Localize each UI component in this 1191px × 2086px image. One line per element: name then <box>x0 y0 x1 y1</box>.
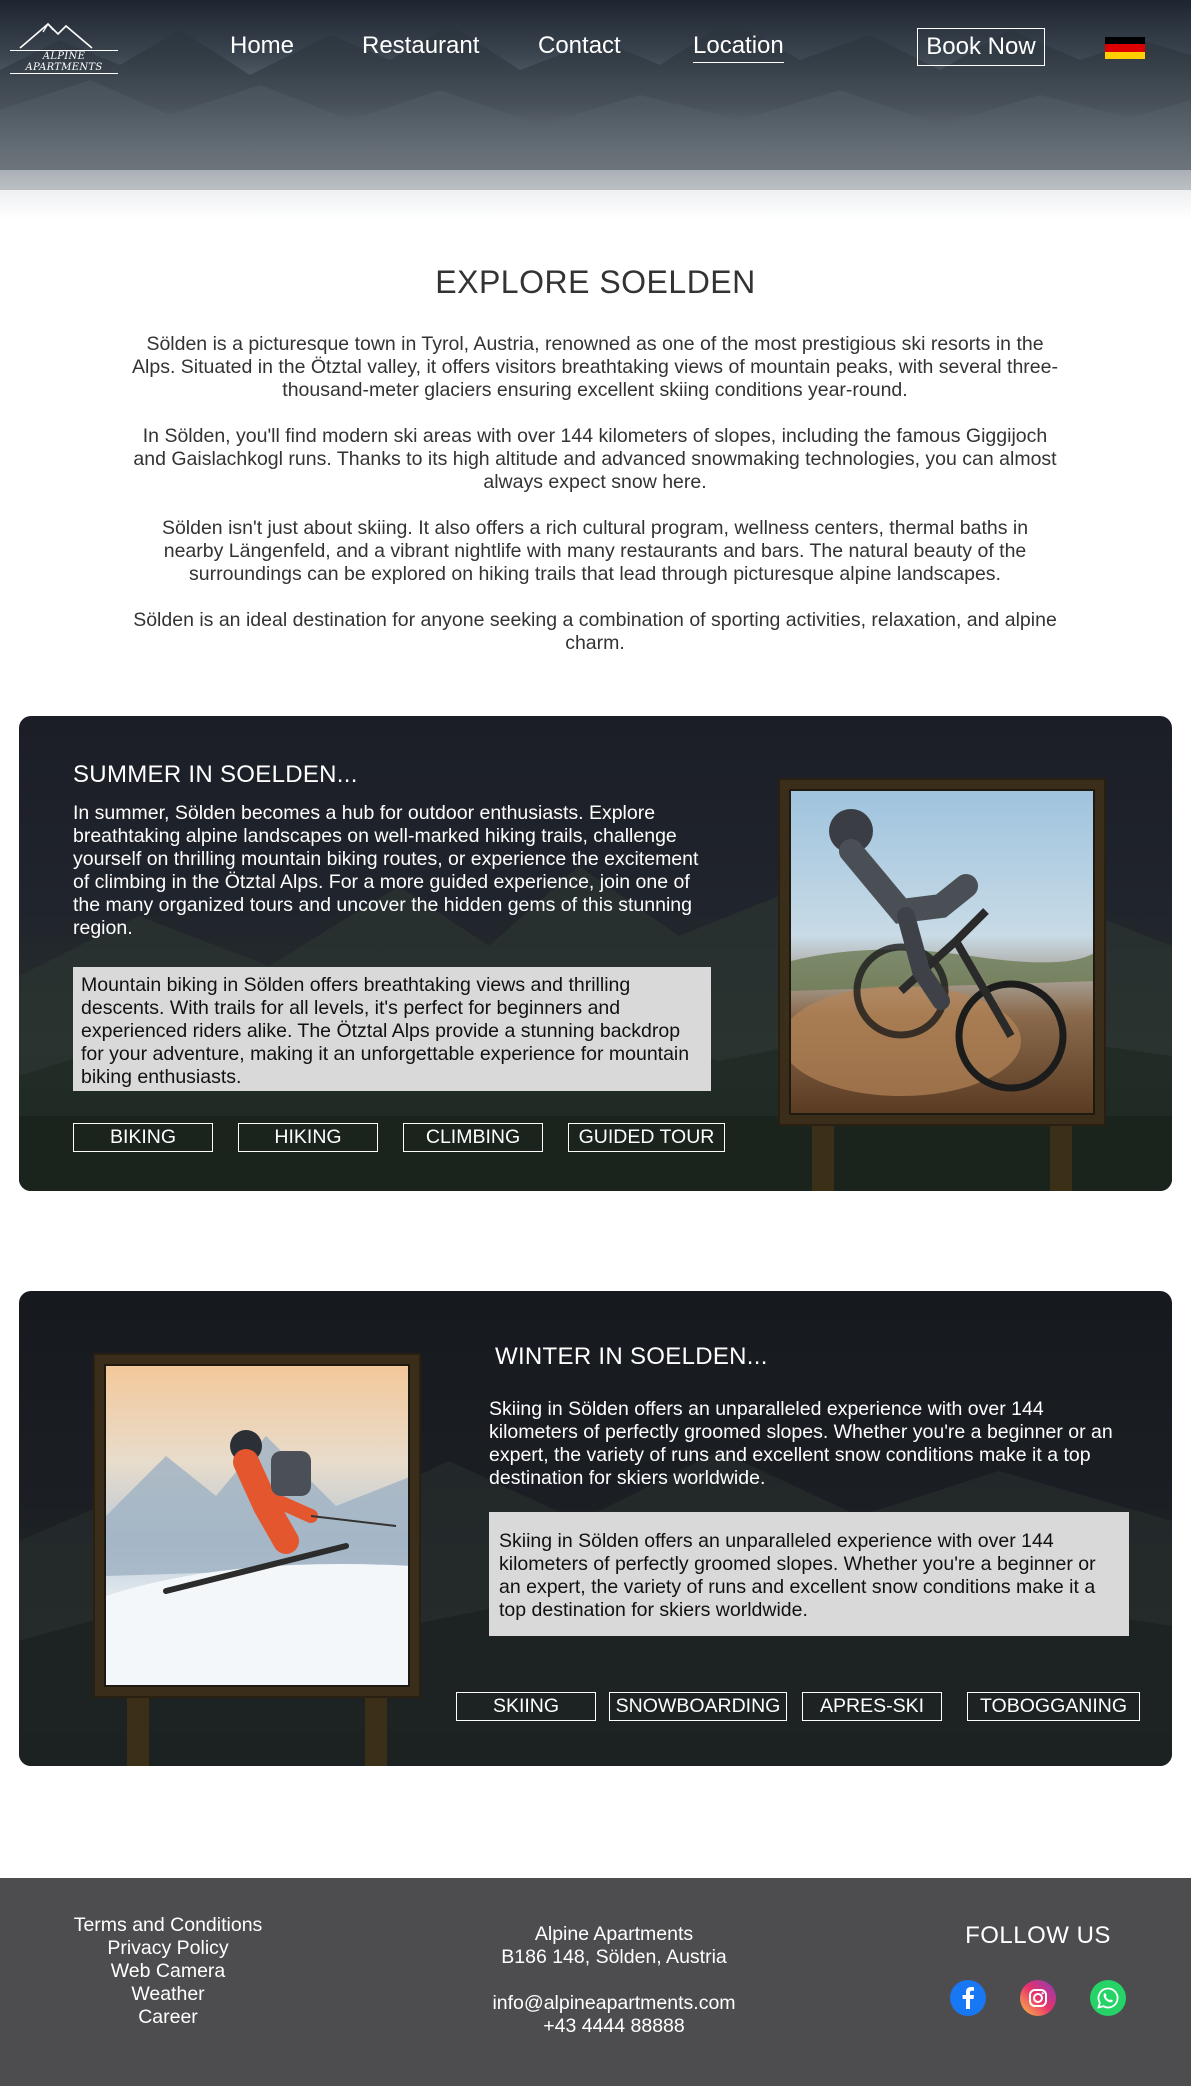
nav-home[interactable]: Home <box>230 32 294 60</box>
nav-contact[interactable]: Contact <box>538 32 621 60</box>
tag-tobogganing[interactable]: TOBOGGANING <box>967 1692 1140 1721</box>
tag-snowboarding[interactable]: SNOWBOARDING <box>609 1692 787 1721</box>
tag-guided-tour[interactable]: GUIDED TOUR <box>568 1123 725 1152</box>
web-camera-link[interactable]: Web Camera <box>48 1960 288 1983</box>
weather-link[interactable]: Weather <box>48 1983 288 2006</box>
intro-paragraph: Sölden isn't just about skiing. It also … <box>161 517 1029 585</box>
terms-link[interactable]: Terms and Conditions <box>48 1914 288 1937</box>
tag-hiking[interactable]: HIKING <box>238 1123 378 1152</box>
summer-section: SUMMER IN SOELDEN... In summer, Sölden b… <box>19 716 1172 1191</box>
tag-biking[interactable]: BIKING <box>73 1123 213 1152</box>
tag-skiing[interactable]: SKIING <box>456 1692 596 1721</box>
tag-apres-ski[interactable]: APRES-SKI <box>802 1692 942 1721</box>
skiing-picture-frame <box>93 1353 421 1766</box>
street-address: B186 148, Sölden, Austria <box>501 1946 727 1968</box>
footer-address: Alpine Apartments B186 148, Sölden, Aust… <box>414 1923 814 2038</box>
mountain-biker-image <box>789 789 1095 1115</box>
book-now-button[interactable]: Book Now <box>917 28 1045 66</box>
footer-links: Terms and Conditions Privacy Policy Web … <box>48 1914 288 2029</box>
intro-paragraph: Sölden is a picturesque town in Tyrol, A… <box>132 333 1058 401</box>
winter-info-box: Skiing in Sölden offers an unparalleled … <box>489 1512 1129 1636</box>
whatsapp-icon[interactable] <box>1090 1980 1126 2016</box>
intro-text: Sölden is a picturesque town in Tyrol, A… <box>130 333 1060 678</box>
skier-image <box>104 1364 410 1687</box>
german-flag-icon[interactable] <box>1105 37 1145 59</box>
career-link[interactable]: Career <box>48 2006 288 2029</box>
winter-title: WINTER IN SOELDEN... <box>495 1343 768 1370</box>
intro-paragraph: In Sölden, you'll find modern ski areas … <box>133 425 1057 493</box>
intro-paragraph: Sölden is an ideal destination for anyon… <box>133 609 1057 654</box>
site-header: ALPINE APARTMENTS Home Restaurant Contac… <box>0 0 1191 220</box>
follow-us-title: FOLLOW US <box>965 1922 1111 1949</box>
phone-number[interactable]: +43 4444 88888 <box>414 2015 814 2038</box>
instagram-icon[interactable] <box>1020 1980 1056 2016</box>
page-title: EXPLORE SOELDEN <box>435 264 756 300</box>
summer-info-box: Mountain biking in Sölden offers breatht… <box>73 967 711 1091</box>
site-footer: Terms and Conditions Privacy Policy Web … <box>0 1878 1191 2086</box>
privacy-link[interactable]: Privacy Policy <box>48 1937 288 1960</box>
nav-restaurant[interactable]: Restaurant <box>362 32 479 60</box>
email-link[interactable]: info@alpineapartments.com <box>414 1992 814 2015</box>
biking-picture-frame <box>778 778 1106 1191</box>
facebook-icon[interactable] <box>950 1980 986 2016</box>
summer-title: SUMMER IN SOELDEN... <box>73 761 358 788</box>
summer-text: In summer, Sölden becomes a hub for outd… <box>73 802 699 939</box>
winter-section: WINTER IN SOELDEN... Skiing in Sölden of… <box>19 1291 1172 1766</box>
company-name: Alpine Apartments <box>534 1923 694 1945</box>
winter-text: Skiing in Sölden offers an unparalleled … <box>489 1398 1113 1489</box>
nav-location[interactable]: Location <box>693 32 784 63</box>
tag-climbing[interactable]: CLIMBING <box>403 1123 543 1152</box>
